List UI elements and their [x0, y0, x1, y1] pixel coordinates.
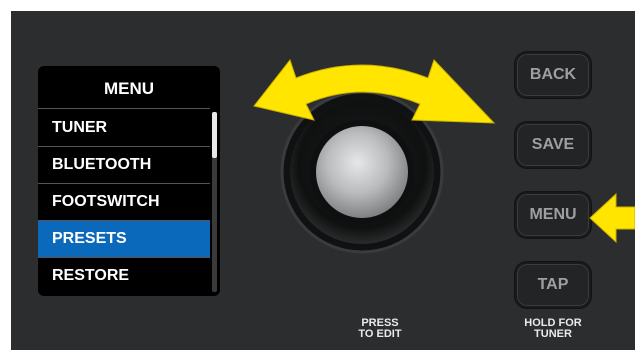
knob-caption: PRESS TO EDIT [340, 318, 420, 340]
menu-scrollbar-thumb[interactable] [212, 112, 217, 158]
tap-caption: HOLD FOR TUNER [508, 318, 598, 340]
menu-title: MENU [103, 79, 155, 98]
tap-caption-line2: TUNER [534, 328, 572, 340]
menu-divider [38, 108, 210, 109]
left-pointing-arrow-icon [589, 192, 635, 244]
menu-item-bluetooth[interactable]: BLUETOOTH [38, 147, 210, 183]
menu-item-presets[interactable]: PRESETS [38, 221, 210, 257]
menu-item-tuner[interactable]: TUNER [38, 110, 210, 146]
tap-button[interactable]: TAP [515, 262, 591, 308]
encoder-knob-area [253, 58, 496, 254]
menu-item-footswitch[interactable]: FOOTSWITCH [38, 184, 210, 220]
back-button[interactable]: BACK [515, 52, 591, 98]
knob-caption-line2: TO EDIT [358, 328, 402, 340]
save-button[interactable]: SAVE [515, 122, 591, 168]
menu-button[interactable]: MENU [515, 192, 591, 238]
menu-item-restore[interactable]: RESTORE [38, 258, 210, 294]
menu-display: MENU TUNER BLUETOOTH FOOTSWITCH PRESETS … [38, 66, 220, 296]
